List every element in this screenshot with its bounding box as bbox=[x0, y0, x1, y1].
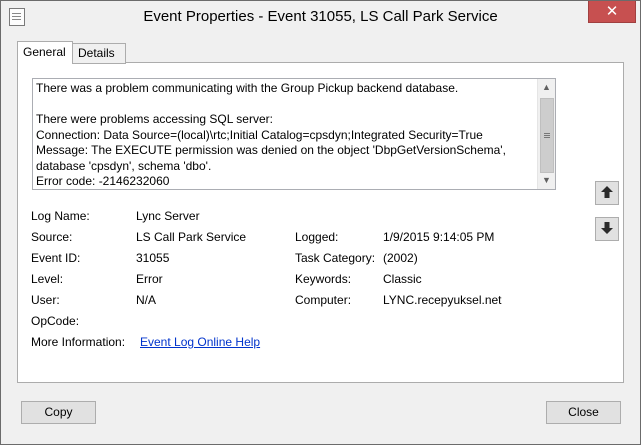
log-name-label: Log Name: bbox=[31, 209, 90, 223]
source-value: LS Call Park Service bbox=[136, 230, 247, 244]
keywords-label: Keywords: bbox=[295, 272, 352, 286]
event-description-text[interactable]: There was a problem communicating with t… bbox=[36, 81, 536, 189]
arrow-up-icon bbox=[601, 186, 613, 198]
event-id-label: Event ID: bbox=[31, 251, 81, 265]
logged-value: 1/9/2015 9:14:05 PM bbox=[383, 230, 495, 244]
tab-details[interactable]: Details bbox=[72, 43, 126, 64]
computer-value: LYNC.recepyuksel.net bbox=[383, 293, 502, 307]
previous-event-button[interactable] bbox=[595, 181, 619, 205]
more-information-label: More Information: bbox=[31, 335, 126, 349]
keywords-value: Classic bbox=[383, 272, 422, 286]
event-id-value: 31055 bbox=[136, 251, 170, 265]
computer-label: Computer: bbox=[295, 293, 352, 307]
task-category-value: (2002) bbox=[383, 251, 418, 265]
scrollbar-thumb[interactable] bbox=[540, 98, 554, 173]
logged-label: Logged: bbox=[295, 230, 339, 244]
tab-general[interactable]: General bbox=[17, 41, 73, 64]
event-description-box[interactable]: There was a problem communicating with t… bbox=[32, 78, 556, 190]
copy-button[interactable]: Copy bbox=[21, 401, 96, 424]
scroll-up-icon[interactable]: ▲ bbox=[538, 79, 555, 96]
close-button[interactable]: Close bbox=[546, 401, 621, 424]
event-log-online-help-link[interactable]: Event Log Online Help bbox=[140, 335, 260, 349]
task-category-label: Task Category: bbox=[295, 251, 376, 265]
level-value: Error bbox=[136, 272, 163, 286]
scrollbar-grip-icon bbox=[544, 133, 550, 134]
source-label: Source: bbox=[31, 230, 73, 244]
level-label: Level: bbox=[31, 272, 64, 286]
event-properties-window: Event Properties - Event 31055, LS Call … bbox=[0, 0, 641, 445]
arrow-down-icon bbox=[601, 222, 613, 234]
user-value: N/A bbox=[136, 293, 157, 307]
log-name-value: Lync Server bbox=[136, 209, 200, 223]
user-label: User: bbox=[31, 293, 60, 307]
scroll-down-icon[interactable]: ▼ bbox=[538, 172, 555, 189]
next-event-button[interactable] bbox=[595, 217, 619, 241]
description-scrollbar[interactable]: ▲ ▼ bbox=[537, 79, 555, 189]
opcode-label: OpCode: bbox=[31, 314, 80, 328]
window-title: Event Properties - Event 31055, LS Call … bbox=[143, 8, 498, 25]
window-close-button[interactable]: ✕ bbox=[588, 1, 636, 23]
title-bar[interactable]: Event Properties - Event 31055, LS Call … bbox=[1, 1, 640, 32]
